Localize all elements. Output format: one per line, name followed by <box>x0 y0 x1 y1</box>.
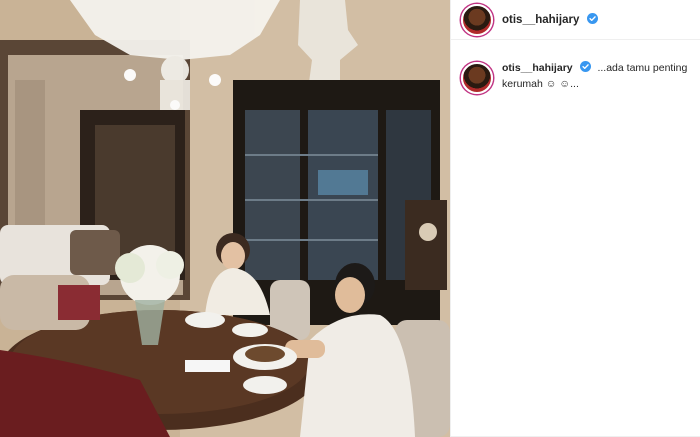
avatar[interactable] <box>461 3 493 36</box>
caption-username-text[interactable]: otis__hahijary <box>502 62 573 74</box>
verified-check-icon <box>586 13 598 24</box>
verified-check-icon <box>579 61 591 72</box>
post-photo[interactable] <box>0 0 450 437</box>
caption-avatar[interactable] <box>461 62 493 94</box>
post-header: otis__hahijary <box>451 0 700 40</box>
username-text[interactable]: otis__hahijary <box>502 14 579 26</box>
username-link[interactable]: otis__hahijary <box>502 13 598 26</box>
caption-body: otis__hahijary ...ada tamu penting kerum… <box>502 60 690 94</box>
dining-room-scene <box>0 0 450 437</box>
caption-comment: otis__hahijary ...ada tamu penting kerum… <box>461 60 690 94</box>
post-sidebar: otis__hahijary otis__hahijary ...ada tam… <box>450 0 700 437</box>
caption-username-link[interactable]: otis__hahijary <box>502 61 593 74</box>
caption-emoji: ☺ ☺... <box>545 78 579 90</box>
